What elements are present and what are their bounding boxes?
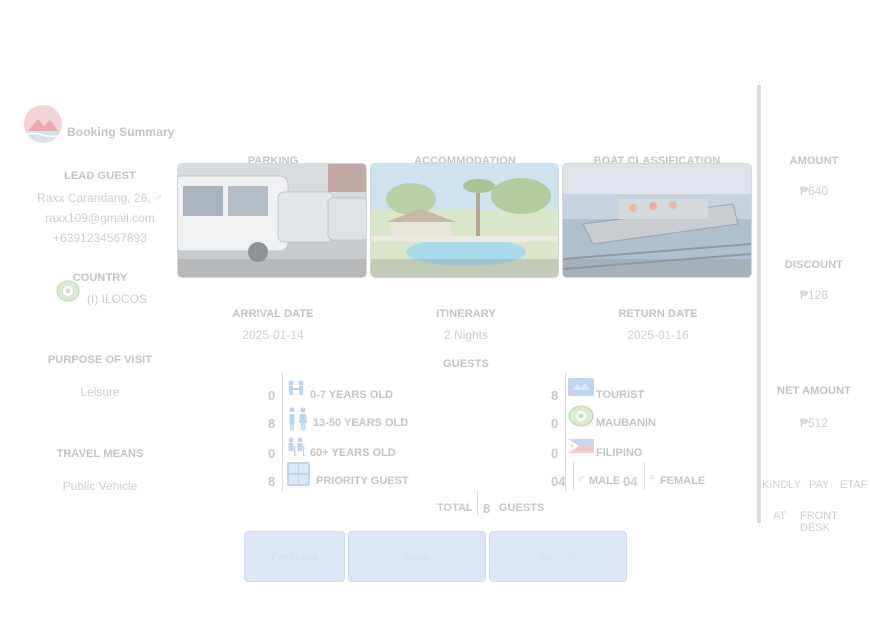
purpose-value: Leisure	[80, 385, 120, 399]
itinerary-heading: ITINERARY	[436, 308, 496, 320]
total-divider	[477, 490, 478, 516]
travel-value: Public Vehicle	[62, 479, 138, 493]
male-icon: ♂	[577, 473, 586, 485]
note-word-at: AT	[773, 510, 787, 522]
note-word-pay: PAY	[809, 479, 830, 491]
total-label: TOTAL	[437, 502, 473, 514]
female-icon: ♀	[648, 472, 657, 484]
guests-heading: GUESTS	[443, 358, 489, 370]
net-amount-heading: NET AMOUNT	[777, 385, 851, 397]
itinerary-value: 2 Nights	[443, 328, 489, 342]
return-value: 2025-01-16	[627, 328, 689, 342]
boat-classification-image[interactable]	[562, 163, 752, 278]
male-divider	[573, 462, 574, 490]
priority-guest-icon	[287, 462, 310, 491]
age-0-7-label: 0-7 YEARS OLD	[310, 389, 393, 401]
maubanin-seal-icon	[568, 405, 594, 432]
age-13-50-count: 8	[268, 416, 276, 431]
lead-guest-heading: LEAD GUEST	[64, 170, 136, 182]
tourist-count: 8	[551, 388, 559, 403]
tourist-label: TOURIST	[596, 389, 645, 401]
seniors-icon	[286, 437, 306, 462]
guests-left-divider	[282, 372, 283, 492]
filipino-count: 0	[551, 446, 559, 461]
filipino-label: FILIPINO	[596, 447, 643, 459]
arrival-heading: ARRIVAL DATE	[232, 308, 314, 320]
previous-button[interactable]: Previous	[244, 531, 345, 582]
net-amount-value: ₱512	[799, 416, 829, 430]
purpose-heading: PURPOSE OF VISIT	[47, 354, 153, 366]
age-60-label: 60+ YEARS OLD	[310, 447, 396, 459]
discount-heading: DISCOUNT	[784, 259, 844, 271]
total-count: 8	[483, 501, 491, 516]
discount-value: ₱128	[799, 288, 829, 302]
amount-panel-divider	[757, 85, 761, 523]
save-button[interactable]: Save	[348, 531, 486, 582]
brand-logo	[24, 105, 62, 143]
lead-guest-name: Raxx Carandang, 26, ♂	[37, 191, 163, 205]
total-suffix: GUESTS	[499, 502, 545, 514]
accommodation-image[interactable]	[370, 163, 559, 278]
return-heading: RETURN DATE	[618, 308, 698, 320]
note-word-kindly: KINDLY	[762, 479, 801, 491]
note-word-etaf: ETAF	[840, 479, 868, 491]
amount-heading: AMOUNT	[789, 155, 839, 167]
priority-label: PRIORITY GUEST	[316, 475, 409, 487]
priority-count: 8	[268, 474, 276, 489]
arrival-value: 2025-01-14	[242, 328, 304, 342]
female-divider	[644, 462, 645, 490]
travel-heading: TRAVEL MEANS	[56, 448, 144, 460]
female-count: 04	[623, 474, 638, 489]
age-0-7-count: 0	[268, 388, 276, 403]
tourist-icon	[568, 378, 594, 401]
page-title: Booking Summary	[67, 125, 175, 139]
age-60-count: 0	[268, 446, 276, 461]
lead-guest-phone: +6391234567893	[53, 231, 147, 245]
maubanin-count: 0	[551, 416, 559, 431]
male-count: 04	[551, 474, 566, 489]
parking-image[interactable]	[177, 163, 367, 278]
maubanin-label: MAUBANIN	[596, 417, 656, 429]
female-label: FEMALE	[660, 475, 706, 487]
submit-button[interactable]: Submit	[489, 531, 627, 582]
adults-icon	[286, 407, 310, 436]
children-icon	[286, 380, 306, 401]
amount-value: ₱640	[799, 184, 829, 198]
philippine-flag-icon	[567, 438, 594, 458]
region-seal-icon	[56, 280, 80, 302]
age-13-50-label: 13-50 YEARS OLD	[313, 417, 409, 429]
male-label: MALE	[589, 475, 621, 487]
country-value: (I) ILOCOS	[87, 292, 148, 306]
note-word-front-desk: FRONT DESK	[800, 510, 838, 534]
lead-guest-email: raxx109@gmail.com	[45, 211, 155, 225]
